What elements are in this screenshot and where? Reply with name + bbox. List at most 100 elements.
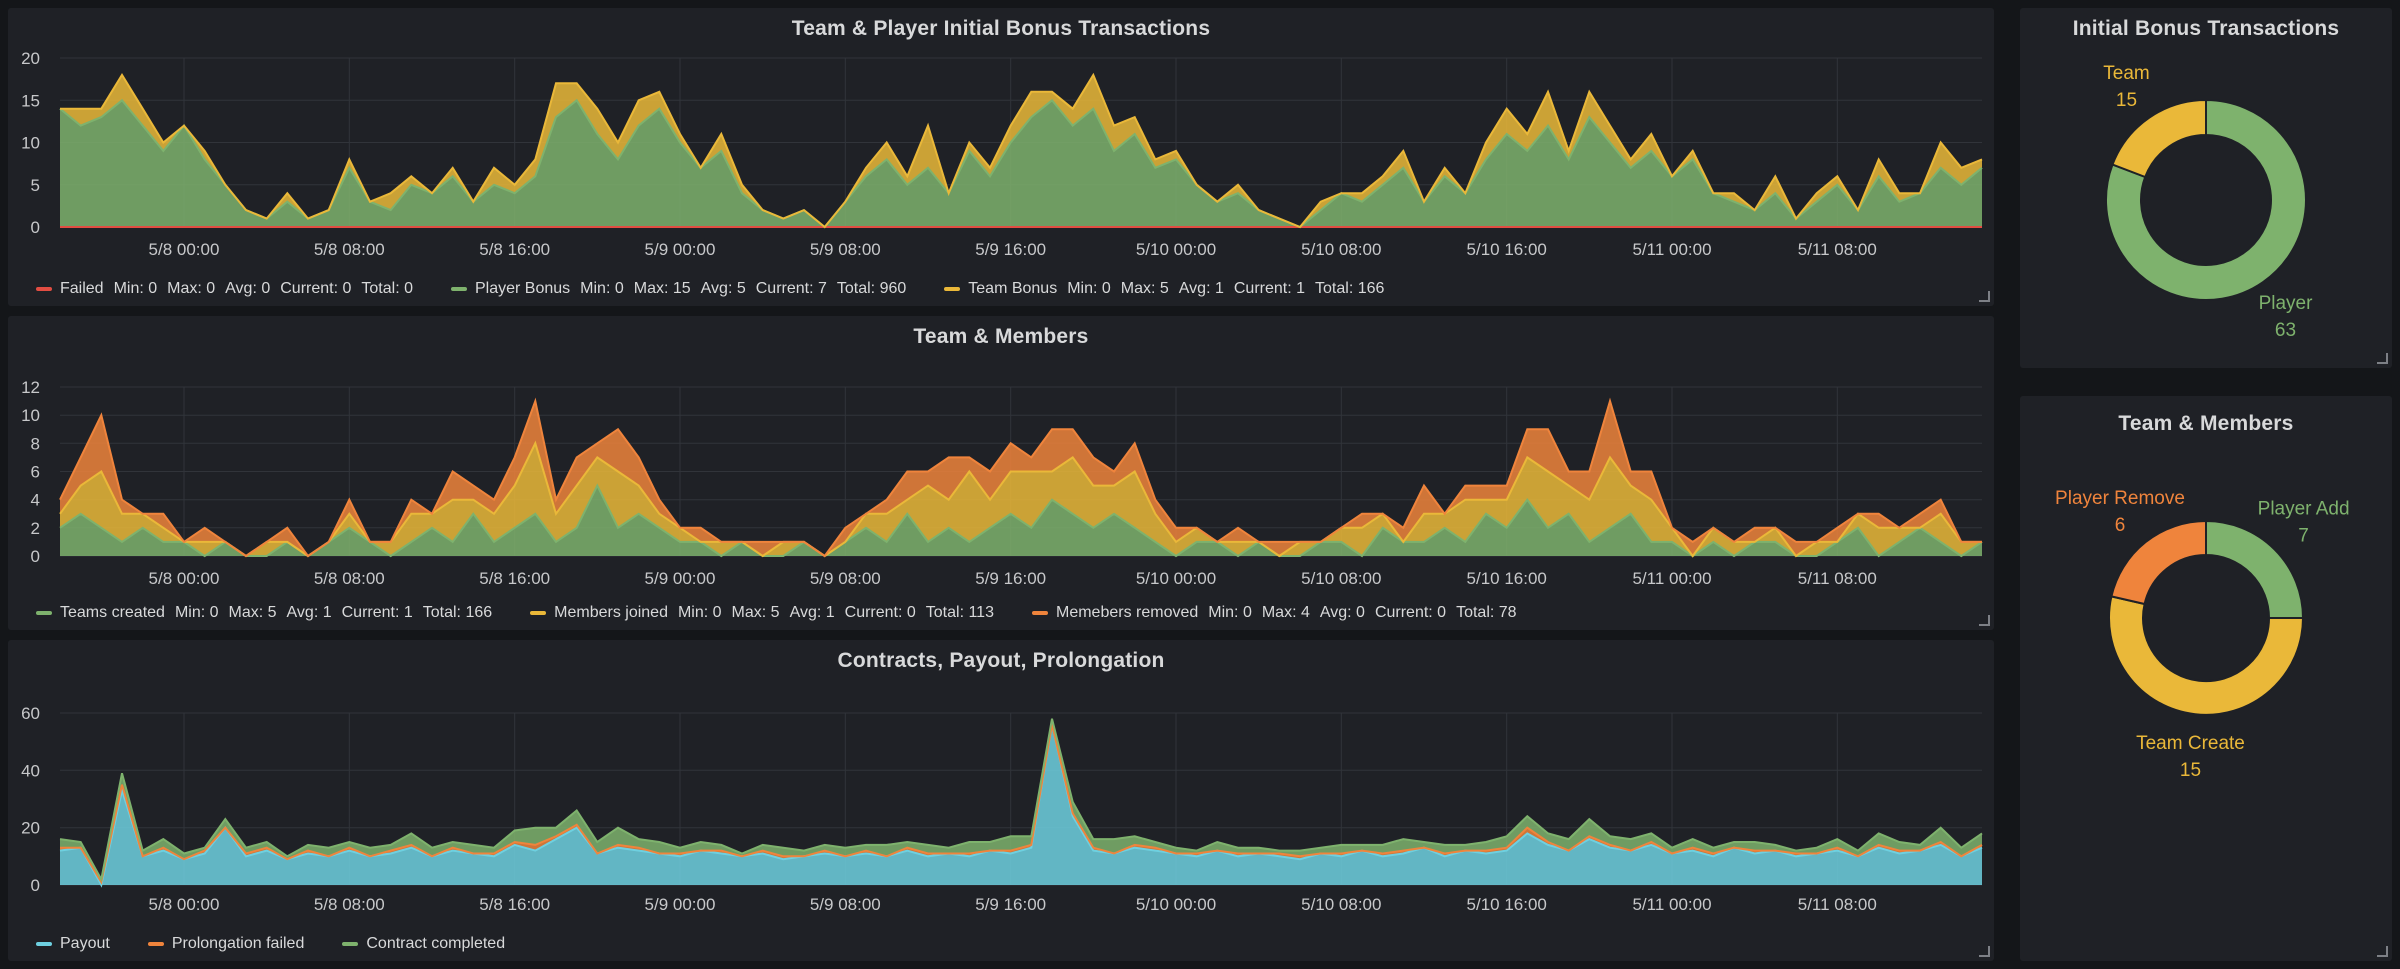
legend-stat: Avg: 1 [1178,280,1224,297]
legend-item[interactable]: Teams created Min: 0 Max: 5 Avg: 1 Current: … [36,604,492,622]
legend-item[interactable]: Members joined Min: 0 Max: 5 Avg: 1 Current:… [530,604,994,622]
x-axis-tick: 5/10 08:00 [1301,895,1381,914]
panel-team-members: Team & Members 0 2 4 6 8 10 12 5/8 00:00 5/8 08:… [8,316,1994,630]
panel-team-members-pie: Team & Members Player Add 7 Team Create 15 P… [2020,396,2392,961]
legend-color-chip [36,287,52,291]
x-axis-tick: 5/9 00:00 [645,569,716,588]
x-axis-tick: 5/11 00:00 [1632,569,1711,588]
legend-stat: Min: 0 [174,604,219,621]
donut-slice[interactable] [2111,98,2207,179]
legend-series-name[interactable]: Payout [60,935,110,953]
legend-stat: Avg: 5 [700,280,746,297]
y-axis-tick: 4 [31,491,40,510]
x-axis-tick: 5/10 00:00 [1136,569,1216,588]
x-axis-tick: 5/9 16:00 [975,569,1046,588]
legend-color-chip [530,611,547,615]
panel-resize-handle[interactable] [1979,946,1990,957]
y-axis-tick: 40 [21,761,40,780]
legend-series-name[interactable]: Failed [60,280,104,298]
legend-stat: Current: 0 [280,280,352,297]
legend-stat: Total: 78 [1456,604,1517,621]
legend-color-chip [147,942,164,946]
bonus-area-chart[interactable]: 0 5 10 15 20 5/8 00:00 5/8 08:00 5/8 16:00 5/9 0… [8,8,1994,306]
legend-item[interactable]: Memebers removed Min: 0 Max: 4 Avg: 0 Curren… [1031,604,1517,622]
x-axis-tick: 5/8 16:00 [479,240,550,259]
x-axis-tick: 5/9 00:00 [645,240,716,259]
legend-color-chip [450,287,467,291]
panel-resize-handle[interactable] [1979,615,1990,626]
x-axis-tick: 5/10 00:00 [1136,895,1216,914]
legend-series-name[interactable]: Player Bonus [475,280,570,298]
x-axis-tick: 5/8 00:00 [149,569,220,588]
y-axis-tick: 60 [21,704,40,723]
donut-slice[interactable] [2205,519,2305,619]
bonus-legend: Failed Min: 0 Max: 0 Avg: 0 Current: 0 Total:… [36,280,1384,298]
panel-resize-handle[interactable] [2377,353,2388,364]
x-axis-tick: 5/9 08:00 [810,240,881,259]
legend-stat: Min: 0 [1208,604,1252,621]
panel-bonus-transactions: Team & Player Initial Bonus Transactions… [8,8,1994,306]
legend-stat: Max: 5 [228,604,277,621]
legend-series-name[interactable]: Team Bonus [968,280,1057,298]
x-axis-tick: 5/8 16:00 [479,895,550,914]
panel-title-bonus-pie[interactable]: Initial Bonus Transactions [2020,17,2392,41]
contracts-area-chart[interactable]: 0 20 40 60 5/8 00:00 5/8 08:00 5/8 16:00 5/9 00… [8,640,1994,961]
legend-series-name[interactable]: Members joined [554,604,668,622]
y-axis-tick: 20 [21,49,40,68]
panel-title-contracts[interactable]: Contracts, Payout, Prolongation [8,649,1994,673]
legend-item[interactable]: Player Bonus Min: 0 Max: 15 Avg: 5 Current: … [450,280,906,298]
area-chart-svg: 0 5 10 15 20 5/8 00:00 5/8 08:00 5/8 16:00 5/9 0… [21,49,1983,259]
x-axis-tick: 5/10 00:00 [1136,240,1216,259]
x-axis-tick: 5/8 08:00 [314,895,385,914]
donut-chart-svg: Player Add 7Team Create 15Player Remove 6 [2055,488,2349,781]
x-axis-tick: 5/11 08:00 [1798,240,1877,259]
bonus-donut-chart[interactable]: Player 63 Team 15 [2020,8,2392,368]
legend-series-name[interactable]: Contract completed [366,935,505,953]
x-axis-tick: 5/9 08:00 [810,569,881,588]
panel-title-bonus[interactable]: Team & Player Initial Bonus Transactions [8,17,1994,41]
legend-series-name[interactable]: Teams created [60,604,165,622]
y-axis-tick: 10 [21,406,40,425]
legend-stat: Total: 113 [925,604,994,621]
legend-stat: Max: 5 [1120,280,1169,297]
legend-color-chip [36,942,52,946]
legend-series-name[interactable]: Prolongation failed [172,935,305,953]
legend-item[interactable]: Contract completed [342,935,505,953]
legend-stat: Max: 0 [167,280,216,297]
team-members-area-chart[interactable]: 0 2 4 6 8 10 12 5/8 00:00 5/8 08:00 5/8 16:00 5/9 … [8,316,1994,630]
legend-stat: Current: 1 [1233,280,1306,297]
legend-stat: Current: 0 [1374,604,1447,621]
x-axis-tick: 5/10 16:00 [1467,895,1547,914]
x-axis-tick: 5/11 00:00 [1632,240,1711,259]
legend-item[interactable]: Failed Min: 0 Max: 0 Avg: 0 Current: 0 Total:… [36,280,413,298]
x-axis-tick: 5/9 16:00 [975,895,1046,914]
panel-resize-handle[interactable] [2377,946,2388,957]
y-axis-tick: 0 [31,876,40,895]
legend-item[interactable]: Prolongation failed [147,935,305,953]
donut-slice[interactable] [2110,519,2207,606]
panel-resize-handle[interactable] [1979,291,1990,302]
legend-series-name[interactable]: Memebers removed [1056,604,1198,622]
x-axis-tick: 5/10 16:00 [1467,569,1547,588]
panel-bonus-pie: Initial Bonus Transactions Player 63 Team 1… [2020,8,2392,368]
legend-item[interactable]: Payout [36,935,110,953]
legend-stat: Min: 0 [113,280,158,297]
y-axis-tick: 0 [31,218,40,237]
panel-contracts: Contracts, Payout, Prolongation 0 20 40 60 5… [8,640,1994,961]
panel-title-team-members-pie[interactable]: Team & Members [2020,412,2392,436]
x-axis-tick: 5/11 00:00 [1632,895,1711,914]
legend-stat: Current: 0 [844,604,916,621]
donut-slice-label: Player 63 [2259,293,2314,341]
legend-item[interactable]: Team Bonus Min: 0 Max: 5 Avg: 1 Current: 1 To… [944,280,1384,298]
legend-stat: Max: 5 [731,604,780,621]
x-axis-tick: 5/11 08:00 [1798,895,1877,914]
panel-title-team-members[interactable]: Team & Members [8,325,1994,349]
series-area [60,724,1982,885]
x-axis-tick: 5/10 16:00 [1467,240,1547,259]
legend-stat: Total: 166 [422,604,493,621]
legend-stat: Avg: 1 [789,604,835,621]
x-axis-tick: 5/8 16:00 [479,569,550,588]
legend-stat: Avg: 1 [286,604,332,621]
x-axis-tick: 5/11 08:00 [1798,569,1877,588]
team-members-donut-chart[interactable]: Player Add 7 Team Create 15 Player Remove 6 [2020,396,2392,961]
